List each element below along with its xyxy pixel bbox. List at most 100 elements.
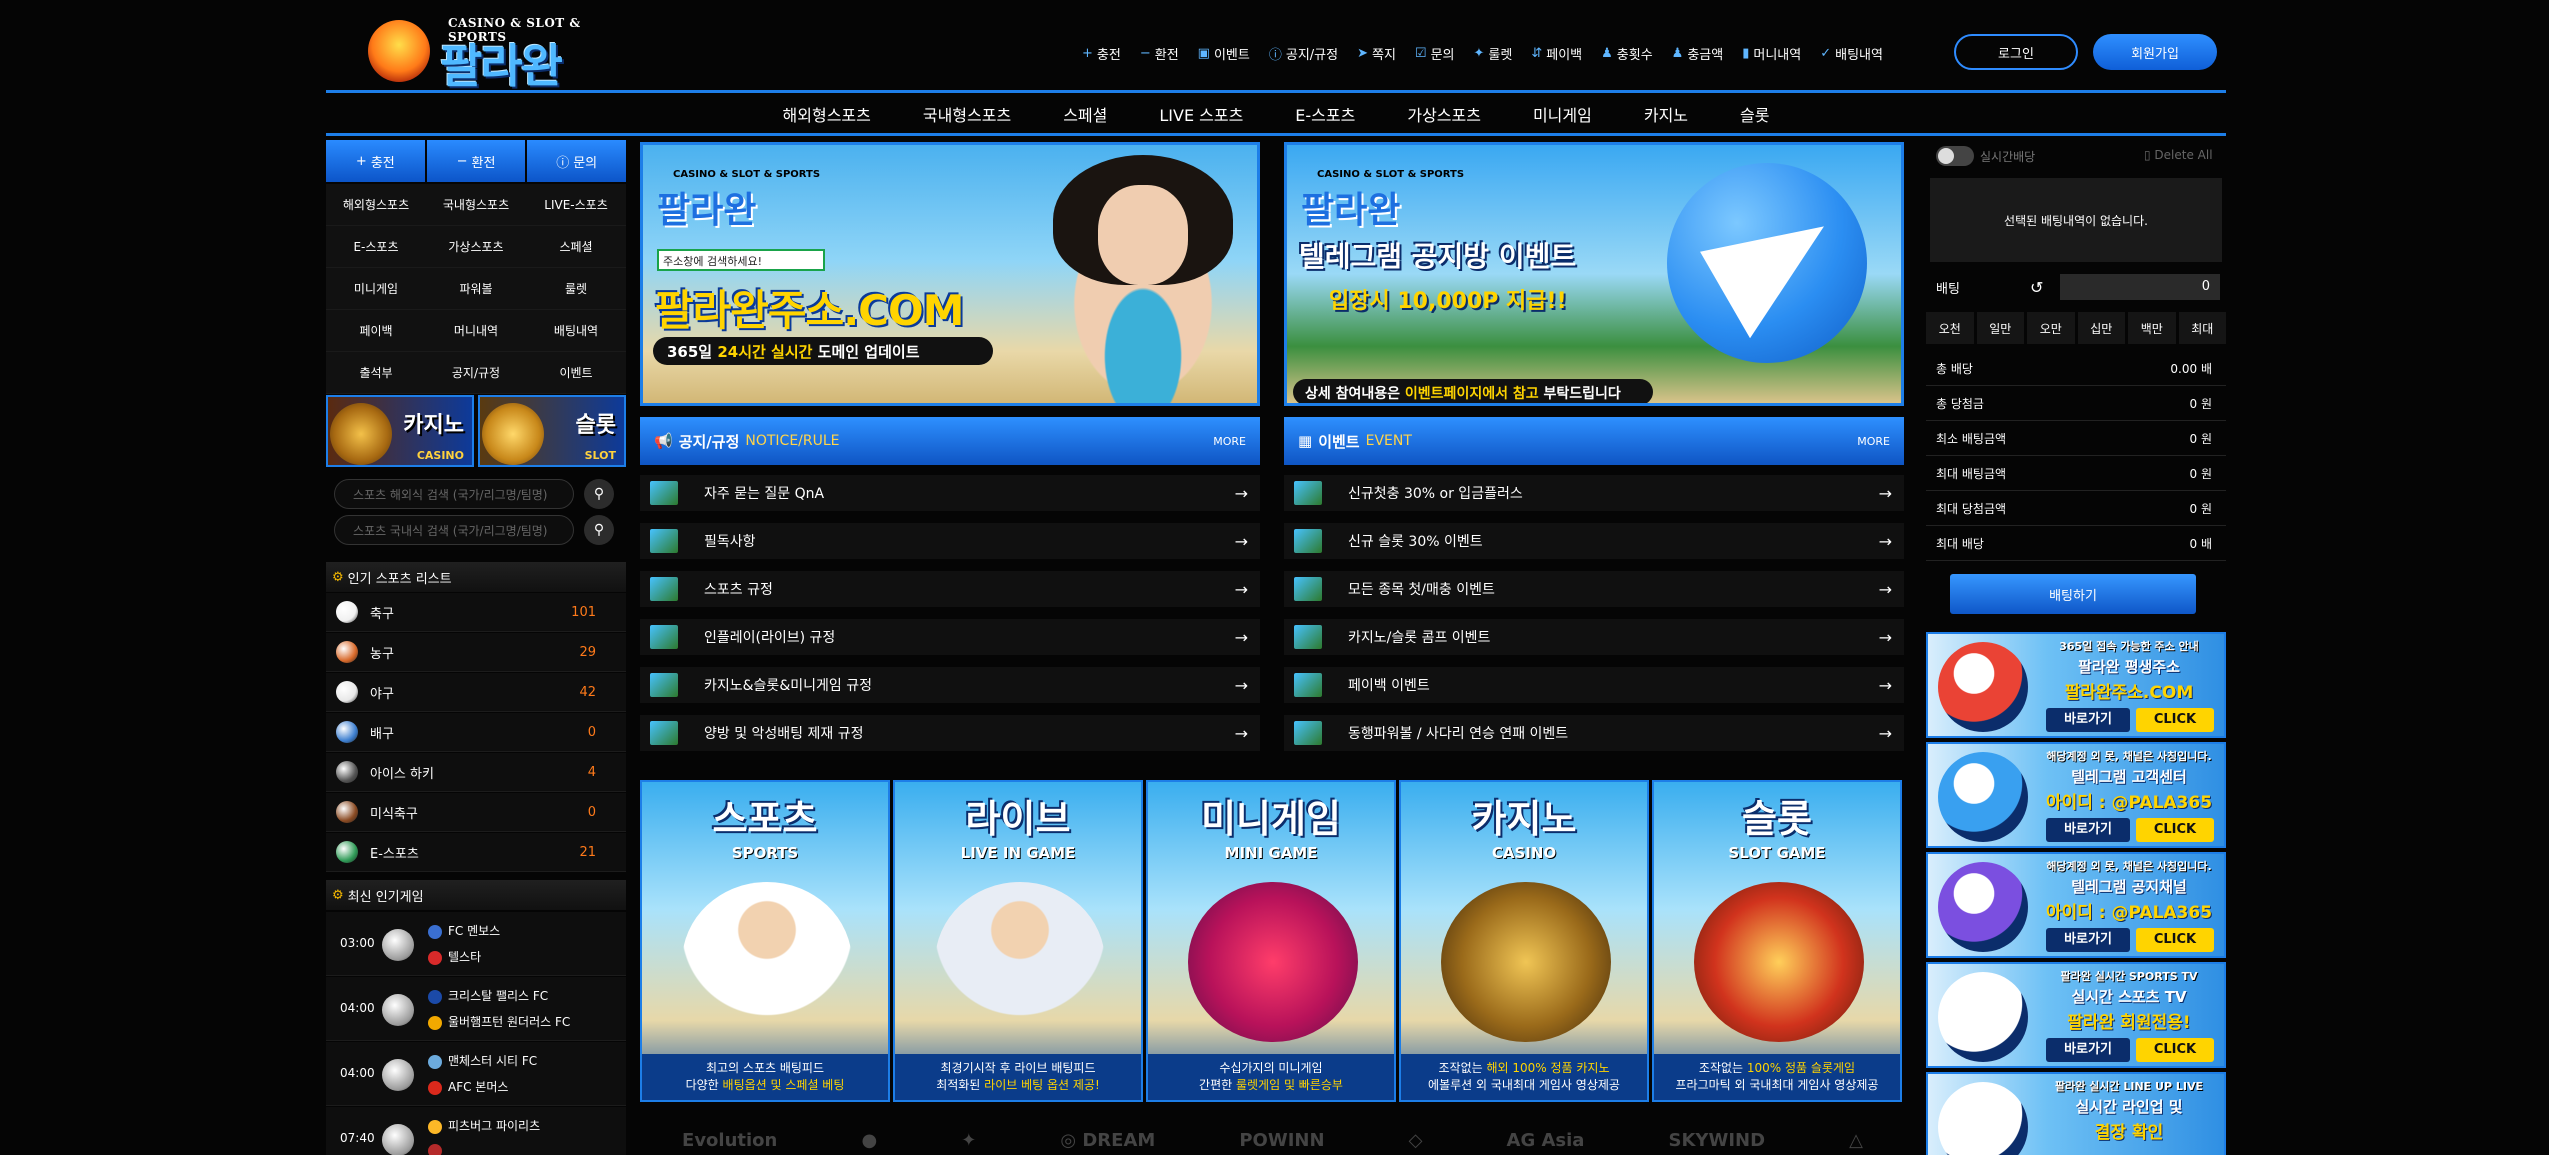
sport-row[interactable]: 미식축구 0 <box>326 793 626 832</box>
telegram-banner[interactable]: CASINO & SLOT & SPORTS 팔라완 텔레그램 공지방 이벤트 … <box>1284 142 1904 406</box>
quick-button-0[interactable]: + 충전 <box>326 140 425 182</box>
ad-click-button[interactable]: CLICK <box>2136 818 2214 842</box>
game-row[interactable]: 04:00 맨체스터 시티 FC AFC 본머스 <box>326 1042 626 1106</box>
ad-click-button[interactable]: CLICK <box>2136 708 2214 732</box>
topnav-item-1[interactable]: − 환전 <box>1140 40 1179 66</box>
join-button[interactable]: 회원가입 <box>2093 34 2217 70</box>
topnav-item-3[interactable]: ⓘ 공지/규정 <box>1269 40 1338 66</box>
sidebar-item-6[interactable]: 미니게임 <box>326 268 426 310</box>
event-more-link[interactable]: MORE <box>1857 435 1890 448</box>
notice-more-link[interactable]: MORE <box>1213 435 1246 448</box>
site-logo[interactable]: CASINO & SLOT & SPORTS 팔라완 <box>368 14 598 93</box>
sport-row[interactable]: 야구 42 <box>326 673 626 712</box>
ad-click-button[interactable]: CLICK <box>2136 1038 2214 1062</box>
side-ad-0[interactable]: 365일 접속 가능한 주소 안내 팔라완 평생주소 팔라완주소.COM 바로가기 CL… <box>1926 632 2226 738</box>
search-icon[interactable]: ⚲ <box>584 515 614 545</box>
category-tile-4[interactable]: 슬롯 SLOT GAME 조작없는 100% 정품 슬롯게임 프라그마틱 외 국내최대… <box>1652 780 1902 1102</box>
ad-click-button[interactable]: CLICK <box>2136 928 2214 952</box>
sidebar-item-5[interactable]: 스페셜 <box>526 226 626 268</box>
mainnav-item-4[interactable]: E-스포츠 <box>1295 102 1355 126</box>
category-tile-2[interactable]: 미니게임 MINI GAME 수십가지의 미니게임 간편한 룰렛게임 및 빠른승부 <box>1146 780 1396 1102</box>
sidebar-item-12[interactable]: 출석부 <box>326 352 426 394</box>
notice-row[interactable]: 스포츠 규정 → <box>640 571 1260 613</box>
event-row[interactable]: 카지노/슬롯 콤프 이벤트 → <box>1284 619 1904 661</box>
search-overseas-input[interactable]: 스포츠 해외식 검색 (국가/리그명/팀명) <box>334 479 574 509</box>
event-row[interactable]: 모든 종목 첫/매충 이벤트 → <box>1284 571 1904 613</box>
sidebar-item-4[interactable]: 가상스포츠 <box>426 226 526 268</box>
delete-all-button[interactable]: ▯ Delete All <box>2144 148 2213 162</box>
domain-banner[interactable]: CASINO & SLOT & SPORTS 팔라완 주소창에 검색하세요! 팔… <box>640 142 1260 406</box>
topnav-item-7[interactable]: ⇵ 페이백 <box>1531 40 1582 66</box>
amount-chip-0[interactable]: 오천 <box>1926 312 1974 344</box>
notice-row[interactable]: 자주 묻는 질문 QnA → <box>640 475 1260 517</box>
amount-chip-1[interactable]: 일만 <box>1976 312 2024 344</box>
sidebar-item-8[interactable]: 룰렛 <box>526 268 626 310</box>
side-ad-2[interactable]: 해당계정 외 못, 채널은 사칭입니다. 텔레그램 공지채널 아이디 : @PALA… <box>1926 852 2226 958</box>
ad-go-button[interactable]: 바로가기 <box>2046 928 2130 952</box>
topnav-item-2[interactable]: ▣ 이벤트 <box>1198 40 1250 66</box>
notice-row[interactable]: 필독사항 → <box>640 523 1260 565</box>
sidebar-item-14[interactable]: 이벤트 <box>526 352 626 394</box>
event-row[interactable]: 페이백 이벤트 → <box>1284 667 1904 709</box>
category-tile-0[interactable]: 스포츠 SPORTS 최고의 스포츠 배팅피드 다양한 배팅옵션 및 스페셜 베팅 <box>640 780 890 1102</box>
live-odds-toggle[interactable] <box>1936 146 1974 166</box>
topnav-item-10[interactable]: ▮ 머니내역 <box>1742 40 1801 66</box>
side-ad-1[interactable]: 해당계정 외 못, 채널은 사칭입니다. 텔레그램 고객센터 아이디 : @PALA… <box>1926 742 2226 848</box>
login-button[interactable]: 로그인 <box>1954 34 2078 70</box>
amount-chip-2[interactable]: 오만 <box>2027 312 2075 344</box>
mainnav-item-7[interactable]: 카지노 <box>1644 102 1688 126</box>
side-ad-3[interactable]: 팔라완 실시간 SPORTS TV 실시간 스포츠 TV 팔라완 회원전용! 바로가기… <box>1926 962 2226 1068</box>
event-row[interactable]: 동행파워볼 / 사다리 연승 연패 이벤트 → <box>1284 715 1904 757</box>
topnav-item-11[interactable]: ✓ 배팅내역 <box>1820 40 1883 66</box>
mainnav-item-2[interactable]: 스페셜 <box>1063 102 1107 126</box>
amount-chip-3[interactable]: 십만 <box>2077 312 2125 344</box>
topnav-item-4[interactable]: ➤ 쪽지 <box>1357 40 1396 66</box>
event-row[interactable]: 신규 슬롯 30% 이벤트 → <box>1284 523 1904 565</box>
notice-row[interactable]: 카지노&슬롯&미니게임 규정 → <box>640 667 1260 709</box>
search-icon[interactable]: ⚲ <box>584 479 614 509</box>
game-row[interactable]: 03:00 FC 멘보스 텔스타 <box>326 912 626 976</box>
sidebar-item-10[interactable]: 머니내역 <box>426 310 526 352</box>
mainnav-item-1[interactable]: 국내형스포츠 <box>923 102 1011 126</box>
search-domestic-input[interactable]: 스포츠 국내식 검색 (국가/리그명/팀명) <box>334 515 574 545</box>
sport-row[interactable]: 축구 101 <box>326 593 626 632</box>
sidebar-item-11[interactable]: 배팅내역 <box>526 310 626 352</box>
ad-go-button[interactable]: 바로가기 <box>2046 708 2130 732</box>
sport-row[interactable]: 배구 0 <box>326 713 626 752</box>
topnav-item-5[interactable]: ☑ 문의 <box>1415 40 1455 66</box>
sidebar-item-0[interactable]: 해외형스포츠 <box>326 184 426 226</box>
casino-promo[interactable]: 카지노 CASINO <box>326 395 474 467</box>
notice-row[interactable]: 양방 및 악성배팅 제재 규정 → <box>640 715 1260 757</box>
bet-amount-input[interactable]: 0 <box>2060 274 2220 300</box>
reset-icon[interactable]: ↺ <box>2030 278 2043 297</box>
sport-row[interactable]: 아이스 하키 4 <box>326 753 626 792</box>
notice-row[interactable]: 인플레이(라이브) 규정 → <box>640 619 1260 661</box>
side-ad-4[interactable]: 팔라완 실시간 LINE UP LIVE 실시간 라인업 및 결장 확인 <box>1926 1072 2226 1155</box>
category-tile-3[interactable]: 카지노 CASINO 조작없는 해외 100% 정품 카지노 에볼루션 외 국내최대 … <box>1399 780 1649 1102</box>
quick-button-2[interactable]: ⓘ 문의 <box>527 140 627 182</box>
mainnav-item-5[interactable]: 가상스포츠 <box>1407 102 1481 126</box>
event-row[interactable]: 신규첫충 30% or 입금플러스 → <box>1284 475 1904 517</box>
place-bet-button[interactable]: 배팅하기 <box>1950 574 2196 614</box>
mainnav-item-3[interactable]: LIVE 스포츠 <box>1159 102 1243 126</box>
sidebar-item-13[interactable]: 공지/규정 <box>426 352 526 394</box>
sport-row[interactable]: E-스포츠 21 <box>326 833 626 872</box>
mainnav-item-0[interactable]: 해외형스포츠 <box>783 102 871 126</box>
topnav-item-6[interactable]: ✦ 룰렛 <box>1474 40 1513 66</box>
mainnav-item-6[interactable]: 미니게임 <box>1533 102 1592 126</box>
slot-promo[interactable]: 슬롯 SLOT <box>478 395 626 467</box>
topnav-item-9[interactable]: ♟ 충금액 <box>1672 40 1724 66</box>
sidebar-item-9[interactable]: 페이백 <box>326 310 426 352</box>
topnav-item-0[interactable]: + 충전 <box>1082 40 1121 66</box>
amount-chip-5[interactable]: 최대 <box>2178 312 2226 344</box>
game-row[interactable]: 07:40 피츠버그 파이리츠 <box>326 1107 626 1155</box>
sidebar-item-7[interactable]: 파워볼 <box>426 268 526 310</box>
amount-chip-4[interactable]: 백만 <box>2128 312 2176 344</box>
quick-button-1[interactable]: − 환전 <box>426 140 526 182</box>
sidebar-item-3[interactable]: E-스포츠 <box>326 226 426 268</box>
sidebar-item-2[interactable]: LIVE-스포츠 <box>526 184 626 226</box>
mainnav-item-8[interactable]: 슬롯 <box>1740 102 1769 126</box>
sidebar-item-1[interactable]: 국내형스포츠 <box>426 184 526 226</box>
sport-row[interactable]: 농구 29 <box>326 633 626 672</box>
category-tile-1[interactable]: 라이브 LIVE IN GAME 최경기시작 후 라이브 배팅피드 최적화된 라이브 … <box>893 780 1143 1102</box>
